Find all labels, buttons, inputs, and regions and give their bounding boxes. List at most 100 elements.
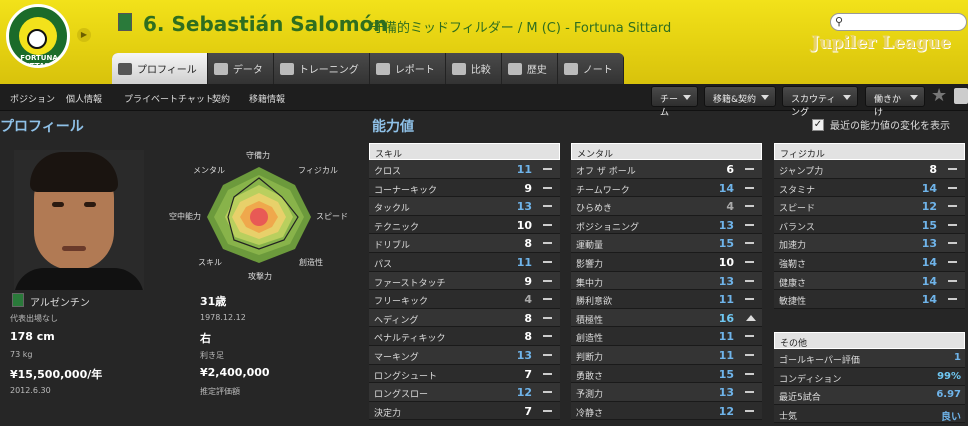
attribute-row[interactable]: ロングシュート 7 bbox=[369, 364, 560, 384]
attribute-value: 13 bbox=[516, 348, 532, 362]
attribute-value: 8 bbox=[524, 330, 532, 344]
attribute-name: ポジショニング bbox=[576, 222, 640, 233]
attribute-row[interactable]: ポジショニング 13 bbox=[571, 215, 762, 235]
scouting-dropdown[interactable]: スカウティング bbox=[782, 86, 858, 118]
attribute-row[interactable]: ドリブル 8 bbox=[369, 234, 560, 253]
attribute-value: 13 bbox=[921, 237, 937, 251]
other-value: 良い bbox=[941, 411, 961, 423]
attribute-row[interactable]: 勝利意欲 11 bbox=[571, 290, 762, 309]
search-input[interactable]: ⚲ bbox=[830, 13, 967, 31]
attribute-name: ジャンプ力 bbox=[779, 167, 824, 177]
attribute-row[interactable]: 積極性 16 bbox=[571, 308, 762, 328]
attribute-name: 健康さ bbox=[779, 278, 807, 289]
other-name: ゴールキーパー評価 bbox=[779, 356, 860, 366]
attribute-row[interactable]: 勇敢さ 15 bbox=[571, 364, 762, 384]
attribute-value: 11 bbox=[718, 293, 734, 307]
player-photo bbox=[14, 150, 144, 290]
trend-up-icon bbox=[746, 314, 756, 321]
age: 31歳 bbox=[200, 295, 227, 308]
attribute-row[interactable]: スタミナ 14 bbox=[774, 178, 965, 198]
attribute-row[interactable]: チームワーク 14 bbox=[571, 178, 762, 198]
trend-flat-icon bbox=[948, 260, 957, 263]
team-dropdown[interactable]: チーム bbox=[651, 86, 698, 118]
tab-profile[interactable]: プロフィール bbox=[112, 53, 208, 84]
column-header: メンタル bbox=[571, 143, 762, 160]
attribute-name: フリーキック bbox=[374, 297, 429, 308]
attribute-row[interactable]: 強靭さ 14 bbox=[774, 252, 965, 272]
attribute-value: 11 bbox=[516, 255, 532, 269]
skill-column: スキル クロス 11 コーナーキック 9 タックル 13 テクニック 10 ドリブル 8 パス 11 フ… bbox=[369, 143, 560, 421]
attribute-name: ヘディング bbox=[374, 315, 419, 326]
tab-history[interactable]: 歴史 bbox=[501, 53, 558, 84]
nationality[interactable]: アルゼンチン bbox=[30, 294, 90, 309]
crest-ball-icon bbox=[27, 29, 47, 49]
attribute-row[interactable]: テクニック 10 bbox=[369, 215, 560, 235]
attribute-row[interactable]: コーナーキック 9 bbox=[369, 178, 560, 198]
tab-training[interactable]: トレーニング bbox=[273, 53, 370, 84]
attribute-value: 4 bbox=[726, 200, 734, 214]
attribute-value: 13 bbox=[516, 200, 532, 214]
subnav-position[interactable]: ポジション bbox=[10, 92, 55, 105]
attribute-row[interactable]: 予測力 13 bbox=[571, 383, 762, 402]
trend-flat-icon bbox=[543, 223, 552, 226]
arrow-right-icon[interactable]: ▶ bbox=[77, 28, 91, 42]
subnav-private-chat[interactable]: プライベートチャット bbox=[124, 92, 214, 105]
attribute-value: 14 bbox=[921, 274, 937, 288]
show-changes-toggle[interactable]: ✓ 最近の能力値の変化を表示 bbox=[812, 117, 950, 132]
trend-flat-icon bbox=[948, 242, 957, 245]
subnav-personal[interactable]: 個人情報 bbox=[66, 92, 102, 105]
attribute-row[interactable]: 敏捷性 14 bbox=[774, 290, 965, 309]
trend-flat-icon bbox=[543, 242, 552, 245]
attribute-row[interactable]: タックル 13 bbox=[369, 197, 560, 216]
attribute-row[interactable]: ジャンプ力 8 bbox=[774, 160, 965, 179]
attribute-rows: ジャンプ力 8 スタミナ 14 スピード 12 バランス 15 加速力 13 強靭さ 14 健康さ 14 敏… bbox=[774, 160, 965, 309]
attribute-row[interactable]: 運動量 15 bbox=[571, 234, 762, 253]
attribute-row[interactable]: 影響力 10 bbox=[571, 252, 762, 272]
profile-icon bbox=[118, 62, 132, 75]
attribute-row[interactable]: オフ ザ ボール 6 bbox=[571, 160, 762, 179]
attribute-row[interactable]: 創造性 11 bbox=[571, 327, 762, 346]
trend-flat-icon bbox=[948, 279, 957, 282]
attribute-row[interactable]: ファーストタッチ 9 bbox=[369, 271, 560, 291]
tab-data[interactable]: データ bbox=[207, 53, 274, 84]
attribute-name: タックル bbox=[374, 204, 410, 215]
tab-compare[interactable]: 比較 bbox=[445, 53, 502, 84]
attribute-row[interactable]: スピード 12 bbox=[774, 197, 965, 216]
subnav-transfer[interactable]: 移籍情報 bbox=[249, 92, 285, 105]
tab-report[interactable]: レポート bbox=[369, 53, 446, 84]
value: ¥2,400,000 bbox=[200, 366, 270, 379]
attribute-row[interactable]: ひらめき 4 bbox=[571, 197, 762, 216]
attribute-value: 9 bbox=[524, 274, 532, 288]
checkbox[interactable]: ✓ bbox=[812, 118, 824, 131]
attribute-row[interactable]: パス 11 bbox=[369, 252, 560, 272]
attribute-row[interactable]: フリーキック 4 bbox=[369, 290, 560, 309]
trend-flat-icon bbox=[948, 186, 957, 189]
attribute-row[interactable]: 決定力 7 bbox=[369, 401, 560, 421]
attribute-row[interactable]: 健康さ 14 bbox=[774, 271, 965, 291]
attribute-value: 13 bbox=[718, 274, 734, 288]
attribute-row[interactable]: 判断力 11 bbox=[571, 345, 762, 365]
subnav-contract[interactable]: 契約 bbox=[212, 92, 230, 105]
photo-eye bbox=[52, 202, 64, 207]
approach-dropdown[interactable]: 働きかけ bbox=[865, 86, 925, 118]
attribute-row[interactable]: ロングスロー 12 bbox=[369, 383, 560, 402]
star-icon[interactable]: ★ bbox=[931, 85, 947, 106]
attribute-name: ひらめき bbox=[576, 204, 613, 215]
attribute-row[interactable]: クロス 11 bbox=[369, 160, 560, 179]
transfer-contract-dropdown[interactable]: 移籍&契約 bbox=[704, 86, 776, 107]
physical-column: フィジカル ジャンプ力 8 スタミナ 14 スピード 12 バランス 15 加速力 13 強靭さ 14… bbox=[774, 143, 965, 309]
contract-end: 2012.6.30 bbox=[10, 386, 51, 395]
attribute-name: テクニック bbox=[374, 222, 420, 233]
club-crest[interactable]: FORTUNA SITTARD bbox=[6, 4, 70, 68]
attribute-row[interactable]: ペナルティキック 8 bbox=[369, 327, 560, 346]
attribute-row[interactable]: ヘディング 8 bbox=[369, 308, 560, 328]
attribute-name: スピード bbox=[779, 204, 816, 215]
attribute-row[interactable]: バランス 15 bbox=[774, 215, 965, 235]
attribute-row[interactable]: 冷静さ 12 bbox=[571, 401, 762, 421]
attribute-row[interactable]: 加速力 13 bbox=[774, 234, 965, 253]
attribute-rows: オフ ザ ボール 6 チームワーク 14 ひらめき 4 ポジショニング 13 運動量 15 影響力 1… bbox=[571, 160, 762, 421]
attribute-row[interactable]: マーキング 13 bbox=[369, 345, 560, 365]
menu-icon[interactable] bbox=[954, 88, 968, 104]
attribute-row[interactable]: 集中力 13 bbox=[571, 271, 762, 291]
tab-notes[interactable]: ノート bbox=[557, 53, 624, 84]
